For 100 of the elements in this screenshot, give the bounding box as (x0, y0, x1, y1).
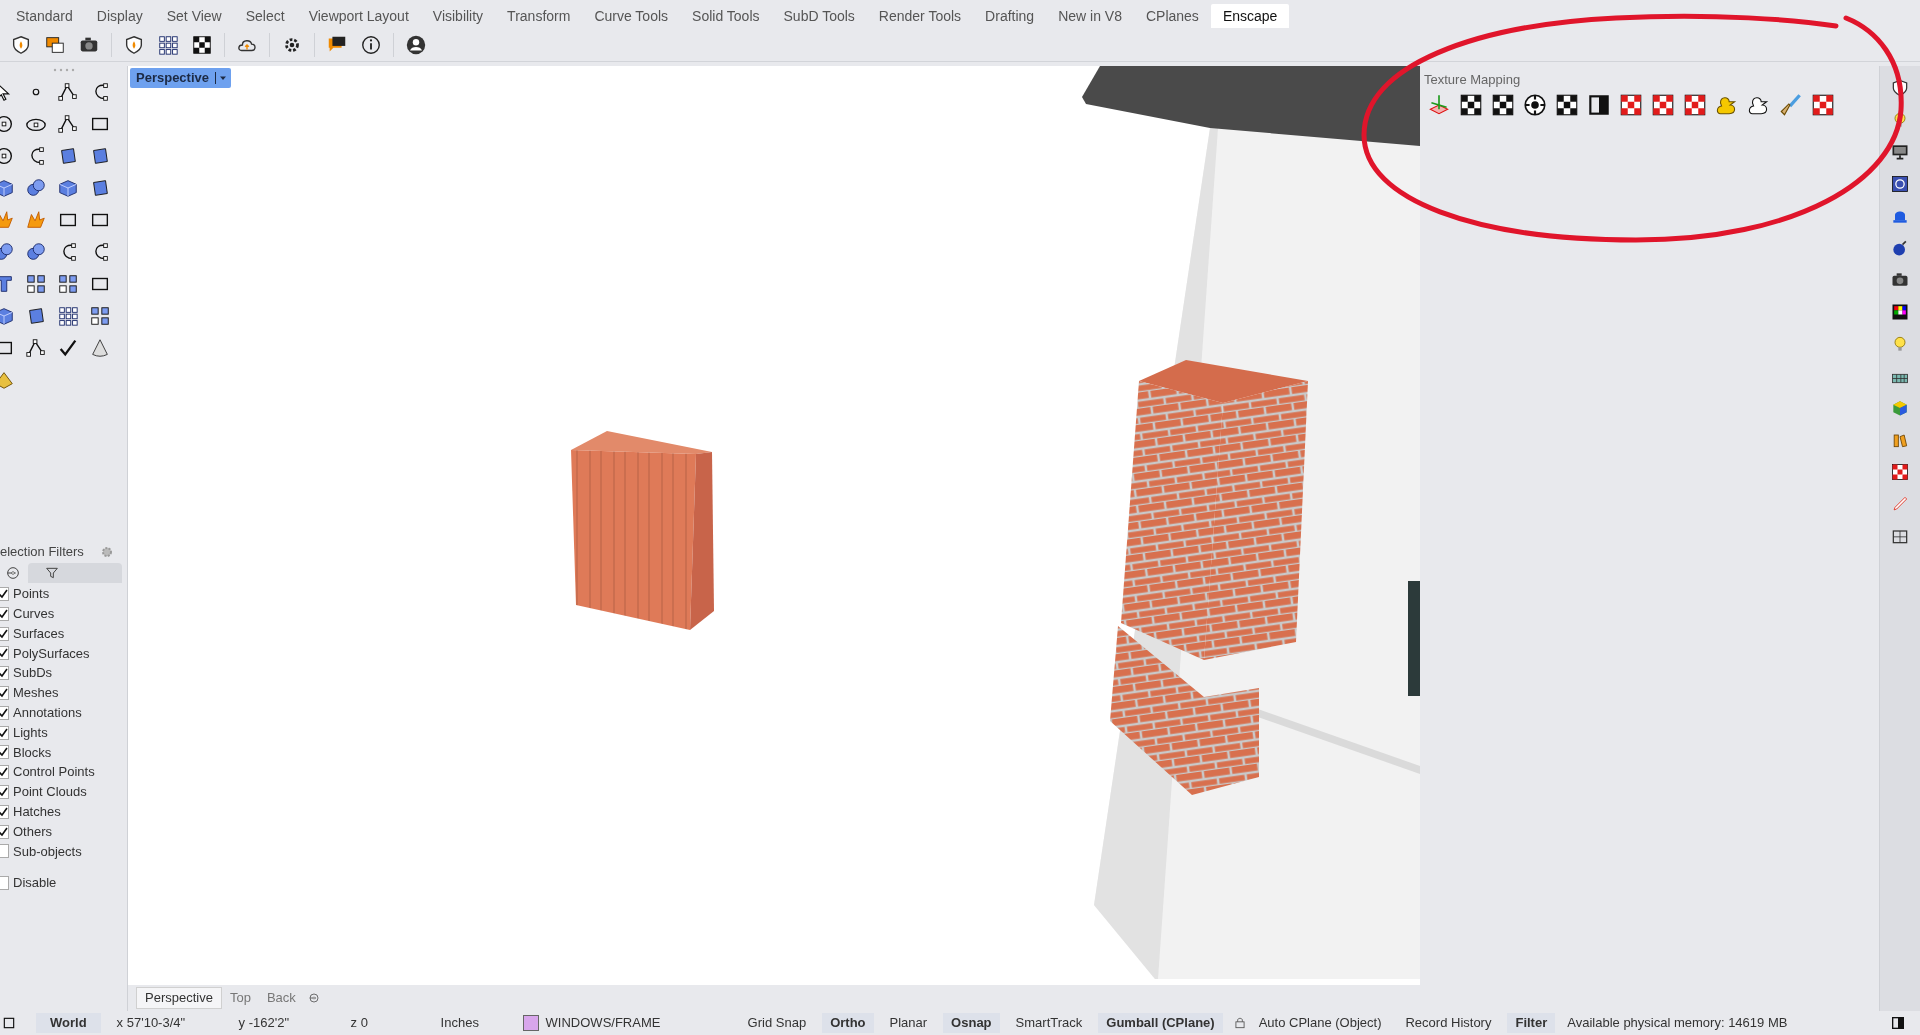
ribbon-tab[interactable]: Set View (154, 4, 234, 28)
status-toggle[interactable]: Ortho (822, 1013, 874, 1033)
checkbox-label: Annotations (13, 703, 82, 722)
status-toggle[interactable]: Gumball (CPlane) (1098, 1013, 1223, 1033)
shield-icon[interactable] (1890, 78, 1910, 98)
ribbon-tab[interactable]: Select (233, 4, 297, 28)
checkbox[interactable] (0, 876, 9, 891)
checkmark-icon[interactable] (57, 337, 79, 359)
lock-icon[interactable] (1232, 1016, 1247, 1030)
status-toggle[interactable]: SmartTrack (1007, 1013, 1091, 1033)
cylinder-icon[interactable] (57, 177, 79, 199)
viewport-tab[interactable]: Back (258, 987, 304, 1009)
units-label: Inches (440, 1014, 480, 1033)
layer-color-swatch[interactable] (522, 1015, 539, 1031)
checkbox[interactable] (0, 626, 9, 641)
squares-icon[interactable] (89, 305, 111, 327)
ribbon-tab[interactable]: Transform (495, 4, 583, 28)
status-toggle[interactable]: Osnap (943, 1013, 1000, 1033)
info-icon[interactable] (360, 33, 382, 56)
pen-icon[interactable] (1890, 494, 1910, 514)
polyline-icon[interactable] (57, 113, 79, 135)
viewport-title-tab[interactable]: Perspective (130, 68, 231, 88)
ribbon-tab[interactable]: Standard (4, 4, 85, 28)
checker-icon[interactable] (1618, 92, 1644, 118)
checkbox[interactable] (0, 666, 9, 681)
checker-icon[interactable] (1458, 92, 1484, 118)
checkbox[interactable] (0, 804, 9, 819)
z-coordinate: z 0 (350, 1014, 369, 1033)
squares-icon[interactable] (25, 273, 47, 295)
ribbon-tab[interactable]: Drafting (973, 4, 1047, 28)
squares-icon[interactable] (57, 273, 79, 295)
checkbox-label: Point Clouds (13, 783, 87, 802)
shield-icon[interactable] (123, 33, 145, 56)
viewport-tab[interactable]: Top (221, 987, 259, 1009)
checkbox-label: Others (13, 822, 52, 841)
ribbon-tab[interactable]: CPlanes (1133, 4, 1211, 28)
checkbox-label: Lights (13, 723, 48, 742)
checkbox[interactable] (0, 765, 9, 780)
checkbox-label: PolySurfaces (13, 644, 90, 663)
checker-icon[interactable] (1650, 92, 1676, 118)
brush-icon[interactable] (1778, 92, 1804, 118)
checkbox-label: Blocks (13, 743, 52, 762)
explosion-icon[interactable] (25, 209, 47, 231)
panel-icon[interactable] (1890, 1015, 1906, 1031)
checker-icon[interactable] (191, 33, 213, 56)
checkbox[interactable] (0, 705, 9, 720)
x-coordinate: x 57'10-3/4" (116, 1014, 187, 1033)
grid-icon[interactable] (57, 305, 79, 327)
polyline-icon[interactable] (57, 81, 79, 103)
grid-icon[interactable] (157, 33, 179, 56)
checkbox-label: Disable (13, 874, 57, 893)
checker-icon[interactable] (1682, 92, 1708, 118)
ribbon-tab[interactable]: Viewport Layout (296, 4, 421, 28)
status-toggle[interactable]: Planar (881, 1013, 936, 1033)
checker-ball-icon[interactable] (1522, 92, 1548, 118)
memory-label: Available physical memory: 14619 MB (1567, 1014, 1788, 1033)
checkbox[interactable] (0, 586, 9, 601)
checkbox[interactable] (0, 824, 9, 839)
polyline-icon[interactable] (25, 337, 47, 359)
checkbox-label: Meshes (13, 684, 59, 703)
ribbon-tab[interactable]: Enscape (1210, 4, 1290, 28)
checkbox[interactable] (0, 745, 9, 760)
cplane-button[interactable]: World (36, 1013, 101, 1033)
checker-icon[interactable] (1554, 92, 1580, 118)
spheres-icon[interactable] (25, 177, 47, 199)
ribbon-tab[interactable]: SubD Tools (771, 4, 867, 28)
status-toggle[interactable]: Filter (1507, 1013, 1556, 1033)
ribbon-tab[interactable]: Render Tools (866, 4, 974, 28)
checkbox[interactable] (0, 725, 9, 740)
checkbox[interactable] (0, 606, 9, 621)
checkbox-label: SubDs (13, 664, 53, 683)
checker-cube-icon[interactable] (1490, 92, 1516, 118)
shield-icon[interactable] (10, 33, 32, 56)
ribbon-tab[interactable]: Visibility (420, 4, 496, 28)
spheres-icon[interactable] (25, 241, 47, 263)
color-grid-icon[interactable] (1890, 302, 1910, 322)
help-icon[interactable] (1890, 174, 1910, 194)
checkbox[interactable] (0, 685, 9, 700)
status-toggle[interactable]: Grid Snap (739, 1013, 815, 1033)
target-icon (5, 565, 21, 582)
checker-icon[interactable] (1810, 92, 1836, 118)
checker-plane-icon[interactable] (1586, 92, 1612, 118)
monitor-icon[interactable] (1890, 142, 1910, 162)
panel-title: election Filters (0, 543, 84, 562)
ribbon-tab[interactable]: Display (84, 4, 155, 28)
checkbox-label: Curves (13, 605, 55, 623)
layer-button[interactable]: WINDOWS/FRAME (545, 1013, 736, 1033)
checkbox-label: Surfaces (13, 624, 65, 643)
ribbon-tab[interactable]: Curve Tools (582, 4, 681, 28)
user-icon[interactable] (405, 33, 427, 56)
checkbox[interactable] (0, 844, 9, 859)
status-toggle[interactable]: Record History (1397, 1013, 1500, 1033)
status-toggle[interactable]: Auto CPlane (Object) (1250, 1013, 1390, 1033)
checkbox[interactable] (0, 646, 9, 661)
square-icon[interactable] (2, 1016, 16, 1030)
cone-icon[interactable] (89, 337, 111, 359)
viewport-tab[interactable]: Perspective (136, 987, 222, 1009)
ribbon-tab[interactable]: Solid Tools (680, 4, 772, 28)
ribbon-tab[interactable]: New in V8 (1046, 4, 1134, 28)
checkbox[interactable] (0, 784, 9, 799)
